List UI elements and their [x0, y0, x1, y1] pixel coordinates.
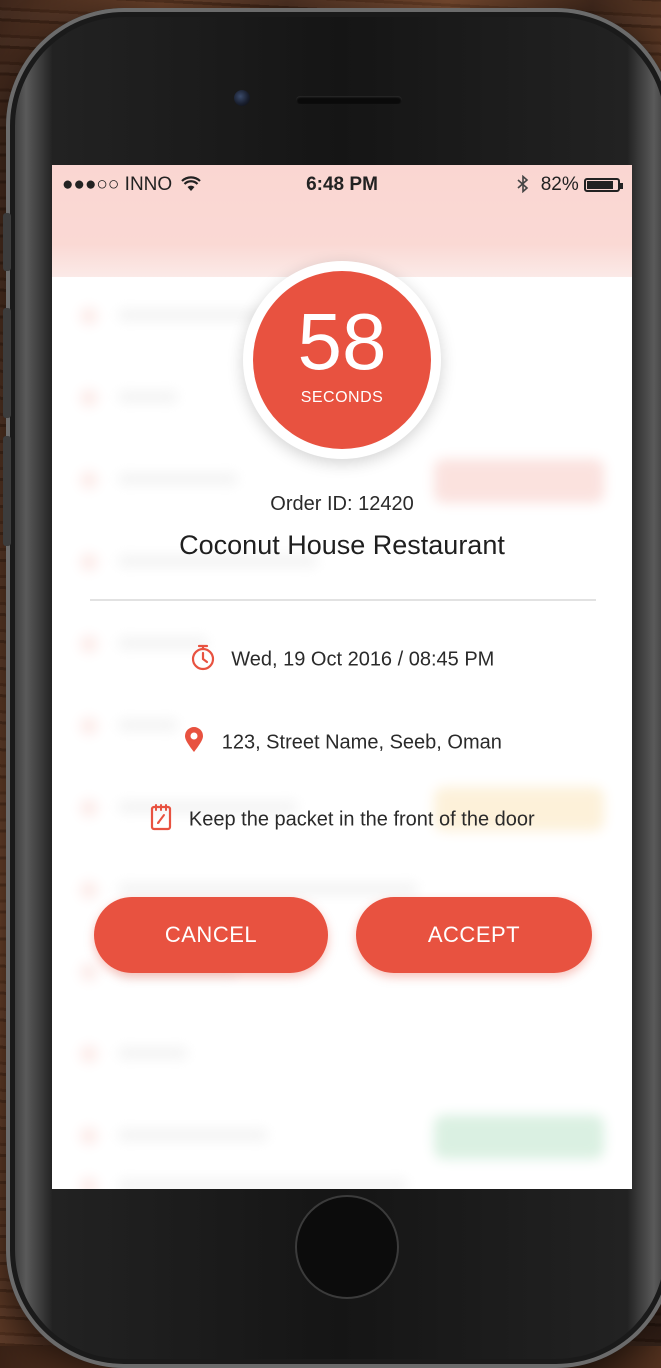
earpiece-speaker — [296, 96, 402, 104]
address-text: 123, Street Name, Seeb, Oman — [221, 731, 502, 754]
cancel-button[interactable]: CANCEL — [94, 897, 328, 973]
front-camera — [234, 90, 250, 106]
stopwatch-icon — [190, 643, 216, 677]
countdown-timer: 58 SECONDS — [243, 261, 441, 459]
delivery-note: Keep the packet in the front of the door — [52, 803, 632, 837]
status-right: 82% — [517, 174, 623, 196]
order-id: Order ID: 12420 — [270, 493, 414, 515]
volume-up-button — [3, 308, 11, 418]
battery-percent: 82% — [540, 174, 579, 195]
phone-screen: ●●●○○ INNO 6:48 PM 82% 58 SECONDS Order … — [52, 165, 632, 1189]
mute-switch — [3, 213, 11, 271]
location-pin-icon — [182, 726, 206, 760]
countdown-value: 58 — [297, 297, 387, 386]
datetime-text: Wed, 19 Oct 2016 / 08:45 PM — [231, 648, 495, 671]
delivery-datetime: Wed, 19 Oct 2016 / 08:45 PM — [52, 643, 632, 677]
bluetooth-icon — [517, 174, 529, 194]
home-button[interactable] — [295, 1195, 399, 1299]
notepad-icon — [149, 803, 173, 837]
note-text: Keep the packet in the front of the door — [188, 808, 535, 831]
divider — [90, 599, 596, 601]
battery-icon — [584, 178, 623, 192]
volume-down-button — [3, 436, 11, 546]
countdown-unit: SECONDS — [300, 389, 384, 406]
accept-button[interactable]: ACCEPT — [356, 897, 592, 973]
delivery-address: 123, Street Name, Seeb, Oman — [52, 726, 632, 760]
restaurant-name: Coconut House Restaurant — [179, 530, 505, 560]
status-bar: ●●●○○ INNO 6:48 PM 82% — [52, 165, 632, 207]
